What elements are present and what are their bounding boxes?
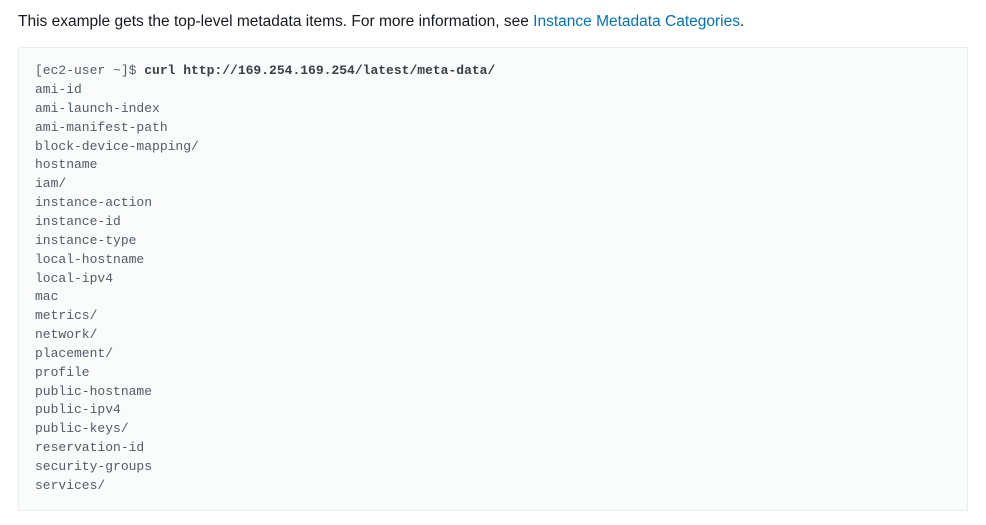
doc-section: This example gets the top-level metadata…	[0, 0, 986, 525]
intro-paragraph: This example gets the top-level metadata…	[18, 10, 968, 33]
intro-text-after: .	[740, 13, 744, 30]
intro-text-before: This example gets the top-level metadata…	[18, 13, 533, 30]
code-block: [ec2-user ~]$ curl http://169.254.169.25…	[18, 47, 968, 510]
command-output: ami-id ami-launch-index ami-manifest-pat…	[35, 82, 199, 493]
shell-prompt: [ec2-user ~]$	[35, 63, 144, 78]
intro-link[interactable]: Instance Metadata Categories	[533, 13, 740, 30]
shell-command: curl http://169.254.169.254/latest/meta-…	[144, 63, 495, 78]
